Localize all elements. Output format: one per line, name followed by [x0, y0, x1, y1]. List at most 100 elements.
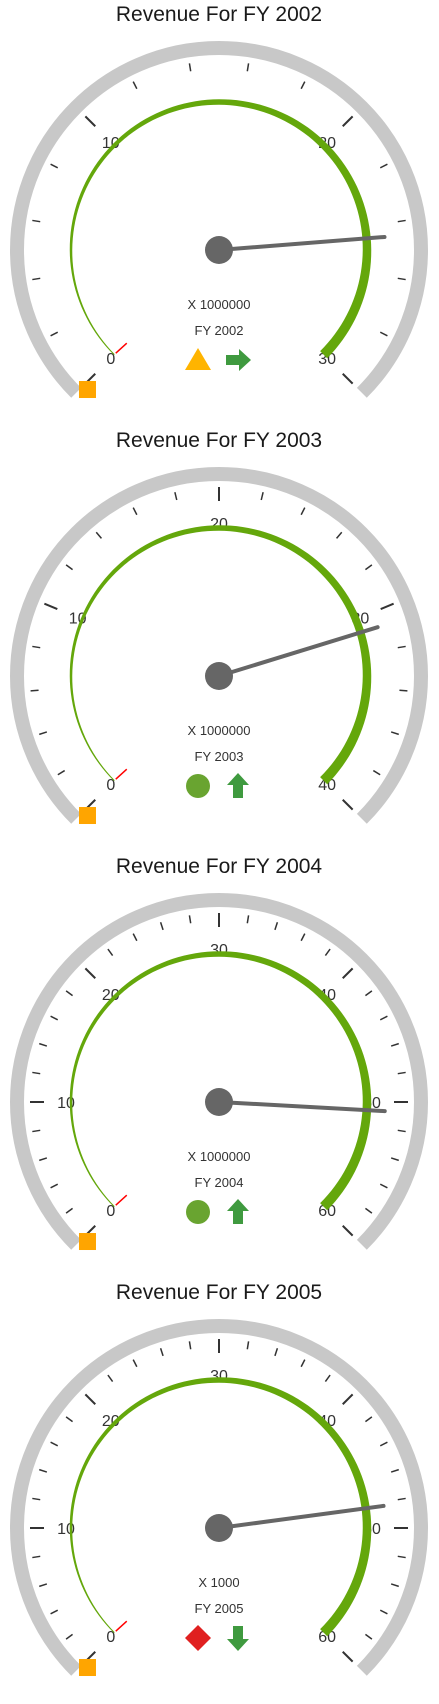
minor-tick [65, 990, 74, 997]
minor-tick [300, 81, 306, 90]
minor-tick [50, 1609, 59, 1615]
marker-square [78, 1659, 96, 1677]
minor-tick [390, 1042, 399, 1047]
needle [217, 1503, 386, 1530]
needle-cap [205, 1088, 233, 1116]
minor-tick [30, 689, 39, 692]
fy-text: FY 2003 [195, 749, 244, 764]
gauge-fy2004: Revenue For FY 2004 0 10 20 30 40 50 60 X 100000… [0, 852, 439, 1278]
major-tick [342, 115, 354, 127]
minor-tick [50, 331, 59, 337]
status-circle-icon [186, 1200, 210, 1224]
major-tick [342, 1393, 354, 1405]
minor-tick [397, 1071, 406, 1075]
minor-tick [364, 564, 373, 571]
chart-title: Revenue For FY 2005 [116, 1281, 322, 1304]
warning-triangle-icon [185, 348, 211, 370]
minor-tick [300, 1359, 306, 1368]
chart-title: Revenue For FY 2002 [116, 3, 322, 26]
minor-tick [397, 1555, 406, 1559]
gauge-fy2005: Revenue For FY 2005 0 10 20 30 40 50 60 X 1000 FY… [0, 1278, 439, 1704]
minor-tick [379, 1609, 388, 1615]
minor-tick [95, 531, 103, 539]
minor-tick [32, 1555, 41, 1559]
minor-tick [274, 922, 279, 931]
major-tick [84, 967, 96, 979]
minor-tick [324, 948, 331, 957]
minor-tick [39, 1468, 48, 1473]
start-marker [115, 768, 128, 780]
multiplier-text: X 1000 [198, 1575, 239, 1590]
major-tick [342, 1651, 354, 1663]
major-tick [84, 1393, 96, 1405]
minor-tick [246, 915, 250, 924]
right-arrow-icon [226, 349, 251, 371]
gauges-page: Revenue For FY 2002 0 10 20 30 X 1000000 FY 20… [0, 0, 439, 1704]
major-tick [44, 602, 58, 610]
gauge-fy2002: Revenue For FY 2002 0 10 20 30 X 1000000 FY 20… [0, 0, 439, 426]
needle-cap [205, 1514, 233, 1542]
minor-tick [397, 1129, 406, 1133]
red-diamond-icon [185, 1625, 211, 1651]
minor-tick [57, 769, 66, 776]
marker-square [78, 1233, 96, 1251]
minor-tick [379, 1015, 388, 1021]
minor-tick [246, 63, 250, 72]
marker-square [78, 807, 96, 825]
minor-tick [132, 933, 138, 942]
minor-tick [397, 645, 406, 649]
start-marker [115, 1194, 128, 1206]
minor-tick [364, 1416, 373, 1423]
minor-tick [50, 1183, 59, 1189]
minor-tick [32, 1071, 41, 1075]
chart-title: Revenue For FY 2003 [116, 429, 322, 452]
minor-tick [379, 163, 388, 169]
minor-tick [159, 922, 164, 931]
major-tick [84, 115, 96, 127]
gauge-svg: Revenue For FY 20050102030405060X 1000FY… [10, 1281, 428, 1677]
down-arrow-icon [227, 1626, 249, 1651]
minor-tick [132, 1359, 138, 1368]
minor-tick [335, 531, 343, 539]
minor-tick [390, 1157, 399, 1162]
minor-tick [364, 1207, 373, 1214]
minor-tick [188, 1341, 192, 1350]
minor-tick [274, 1348, 279, 1357]
fy-text: FY 2002 [195, 323, 244, 338]
minor-tick [65, 1207, 74, 1214]
minor-tick [32, 219, 41, 223]
minor-tick [132, 81, 138, 90]
gauge-svg: Revenue For FY 2002010 2030X 1000000FY 20… [10, 3, 428, 399]
start-marker [115, 1620, 128, 1632]
major-tick [342, 967, 354, 979]
minor-tick [39, 1042, 48, 1047]
minor-tick [379, 1183, 388, 1189]
minor-tick [246, 1341, 250, 1350]
gauge-fy2003: Revenue For FY 2003 0 10 20 30 40 X 1000000 FY … [0, 426, 439, 852]
major-tick [380, 602, 394, 610]
minor-tick [32, 1497, 41, 1501]
minor-tick [132, 507, 138, 516]
minor-tick [174, 492, 178, 501]
minor-tick [364, 990, 373, 997]
chart-title: Revenue For FY 2004 [116, 855, 323, 878]
minor-tick [32, 277, 41, 281]
multiplier-text: X 1000000 [188, 723, 251, 738]
minor-tick [50, 1015, 59, 1021]
needle [217, 1100, 387, 1114]
gauge-svg: Revenue For FY 2003010203040X 1000000FY … [10, 429, 428, 825]
needle [217, 234, 387, 252]
minor-tick [107, 948, 114, 957]
minor-tick [32, 645, 41, 649]
minor-tick [397, 219, 406, 223]
range-band [69, 525, 372, 785]
minor-tick [397, 277, 406, 281]
up-arrow-icon [227, 773, 249, 798]
marker-square [78, 381, 96, 399]
status-circle-icon [186, 774, 210, 798]
minor-tick [390, 1583, 399, 1588]
fy-text: FY 2004 [195, 1175, 244, 1190]
fy-text: FY 2005 [195, 1601, 244, 1616]
minor-tick [39, 731, 48, 736]
major-tick [342, 1225, 354, 1237]
